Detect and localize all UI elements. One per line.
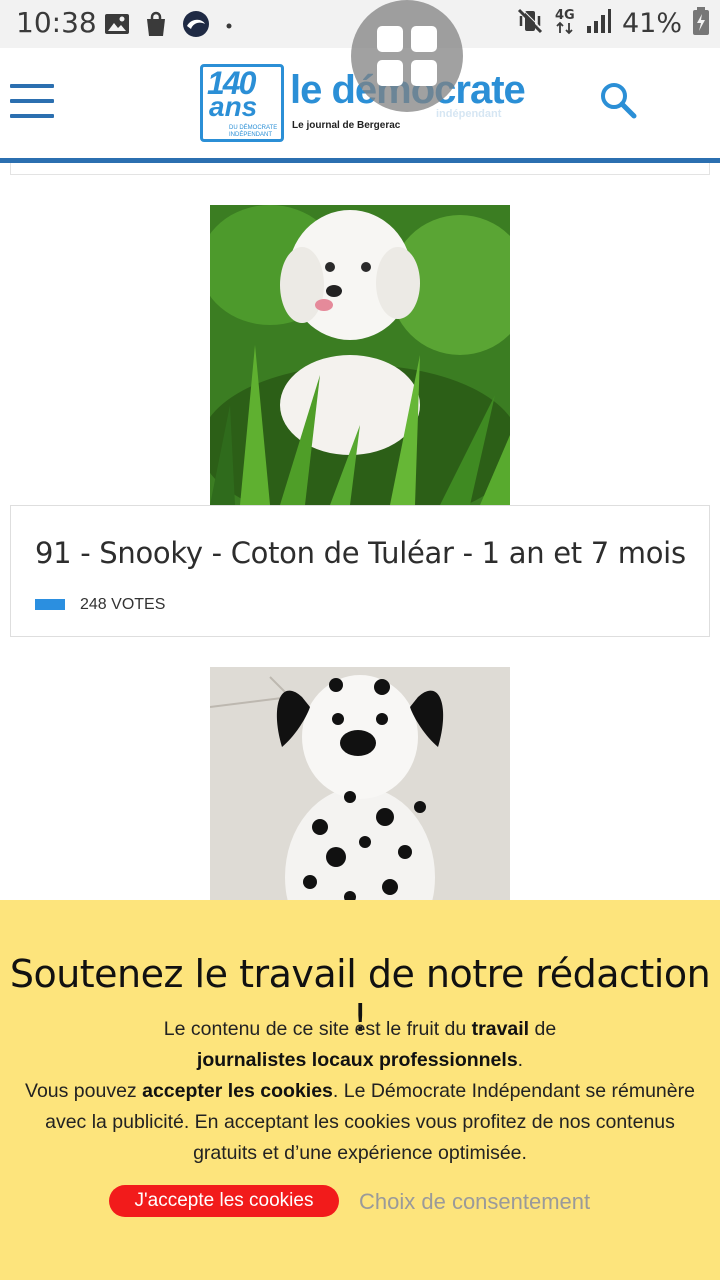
entry-title[interactable]: 91 - Snooky - Coton de Tuléar - 1 an et … (35, 536, 686, 570)
screen: 10:38 4G 41% 140 ans DU DÉMOCRATE INDÉPE… (0, 0, 720, 1280)
vote-progress-bar (35, 599, 65, 610)
badge-word: ans (209, 91, 258, 122)
cookie-text-part: Vous pouvez (25, 1080, 143, 1102)
grid-square-icon (377, 26, 403, 52)
vote-count: 248 VOTES (80, 596, 166, 613)
4g-icon: 4G (554, 6, 576, 41)
cookie-text-bold: accepter les cookies (142, 1080, 333, 1102)
battery-charging-icon (692, 6, 710, 41)
logo-watermark: indépendant (436, 108, 502, 120)
cookie-message: Le contenu de ce site est le fruit du tr… (20, 1014, 700, 1169)
badge-small-text: DU DÉMOCRATE INDÉPENDANT (229, 125, 278, 138)
menu-line (10, 99, 54, 103)
contest-entry-card[interactable]: 91 - Snooky - Coton de Tuléar - 1 an et … (10, 505, 710, 637)
signal-icon (586, 8, 612, 39)
dog-photo[interactable] (210, 205, 510, 505)
search-button[interactable] (598, 80, 638, 120)
consent-choice-link[interactable]: Choix de consentement (359, 1189, 590, 1215)
search-icon (601, 83, 637, 119)
anniversary-badge: 140 ans DU DÉMOCRATE INDÉPENDANT (200, 64, 284, 142)
cookie-text-bold: journalistes locaux professionnels (196, 1049, 518, 1071)
status-left-icons (104, 10, 234, 43)
menu-line (10, 84, 54, 88)
floating-apps-button[interactable] (351, 0, 463, 112)
cookie-consent-banner: Soutenez le travail de notre rédaction !… (0, 900, 720, 1280)
menu-line (10, 114, 54, 118)
cookie-text-part: de (529, 1018, 557, 1040)
status-time: 10:38 (16, 6, 97, 39)
logo-subtitle: Le journal de Bergerac (292, 120, 401, 131)
grid-square-icon (411, 60, 437, 86)
mute-vibrate-icon (516, 7, 544, 40)
accept-cookies-button[interactable]: J'accepte les cookies (109, 1185, 339, 1217)
cookie-text-part: . (517, 1049, 524, 1071)
image-icon (104, 12, 130, 41)
dot-icon (224, 18, 234, 36)
svg-text:4G: 4G (555, 8, 575, 23)
cookie-text-bold: travail (471, 1018, 530, 1040)
app-swirl-icon (182, 10, 210, 43)
status-right-icons: 4G 41% (516, 6, 710, 41)
battery-percent: 41% (621, 8, 682, 39)
previous-card-bottom (10, 163, 710, 175)
cookie-text-part: Le contenu de ce site est le fruit du (163, 1018, 472, 1040)
hamburger-menu-button[interactable] (10, 84, 54, 118)
grid-square-icon (377, 60, 403, 86)
shopping-bag-icon (144, 11, 168, 42)
grid-square-icon (411, 26, 437, 52)
